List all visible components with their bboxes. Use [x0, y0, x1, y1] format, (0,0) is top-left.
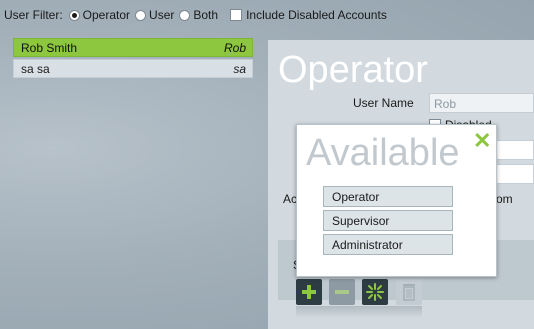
- operator-radio[interactable]: [68, 9, 80, 21]
- trash-icon: [403, 284, 415, 301]
- list-item-rob-smith[interactable]: Rob Smith Rob: [13, 38, 253, 57]
- confirm-password-field[interactable]: [492, 164, 534, 184]
- user-full-name: sa sa: [21, 61, 50, 76]
- page-title: Operator: [278, 49, 428, 91]
- remove-role-button[interactable]: [329, 279, 355, 305]
- add-icon: [302, 285, 316, 299]
- user-filter-bar: User Filter: Operator User Both Include …: [4, 6, 387, 24]
- available-roles-popup: Available ✕ Operator Supervisor Administ…: [296, 124, 497, 277]
- email-field-text[interactable]: om: [496, 192, 513, 206]
- add-role-button[interactable]: [296, 279, 322, 305]
- reset-icon: [366, 283, 384, 301]
- user-alias: sa: [233, 61, 246, 76]
- filter-option-operator[interactable]: Operator: [68, 8, 131, 22]
- both-radio[interactable]: [179, 9, 191, 21]
- user-alias: Rob: [223, 40, 246, 55]
- include-disabled-label: Include Disabled Accounts: [246, 8, 387, 22]
- role-option-supervisor[interactable]: Supervisor: [323, 210, 453, 231]
- filter-option-user[interactable]: User: [135, 8, 174, 22]
- user-list: Rob Smith Rob sa sa sa: [13, 38, 253, 80]
- username-field[interactable]: Rob: [429, 93, 534, 113]
- delete-button[interactable]: [396, 279, 422, 305]
- user-full-name: Rob Smith: [21, 40, 78, 55]
- user-radio-label: User: [149, 8, 175, 22]
- role-option-administrator[interactable]: Administrator: [323, 234, 453, 255]
- popup-title: Available: [306, 132, 460, 174]
- list-item-sa[interactable]: sa sa sa: [13, 59, 253, 78]
- operator-radio-label: Operator: [82, 8, 131, 22]
- username-label: User Name: [353, 96, 414, 110]
- password-field[interactable]: [492, 140, 534, 160]
- both-radio-label: Both: [193, 8, 219, 22]
- account-label: Ac: [283, 192, 298, 206]
- reset-button[interactable]: [362, 279, 388, 305]
- user-filter-label: User Filter:: [4, 8, 63, 22]
- include-disabled-checkbox[interactable]: [230, 9, 243, 21]
- toolbar-reflection: [296, 306, 422, 318]
- close-icon[interactable]: ✕: [473, 129, 491, 153]
- role-option-operator[interactable]: Operator: [323, 186, 453, 207]
- user-radio[interactable]: [135, 9, 147, 21]
- remove-icon: [335, 290, 349, 294]
- filter-option-both[interactable]: Both: [179, 8, 218, 22]
